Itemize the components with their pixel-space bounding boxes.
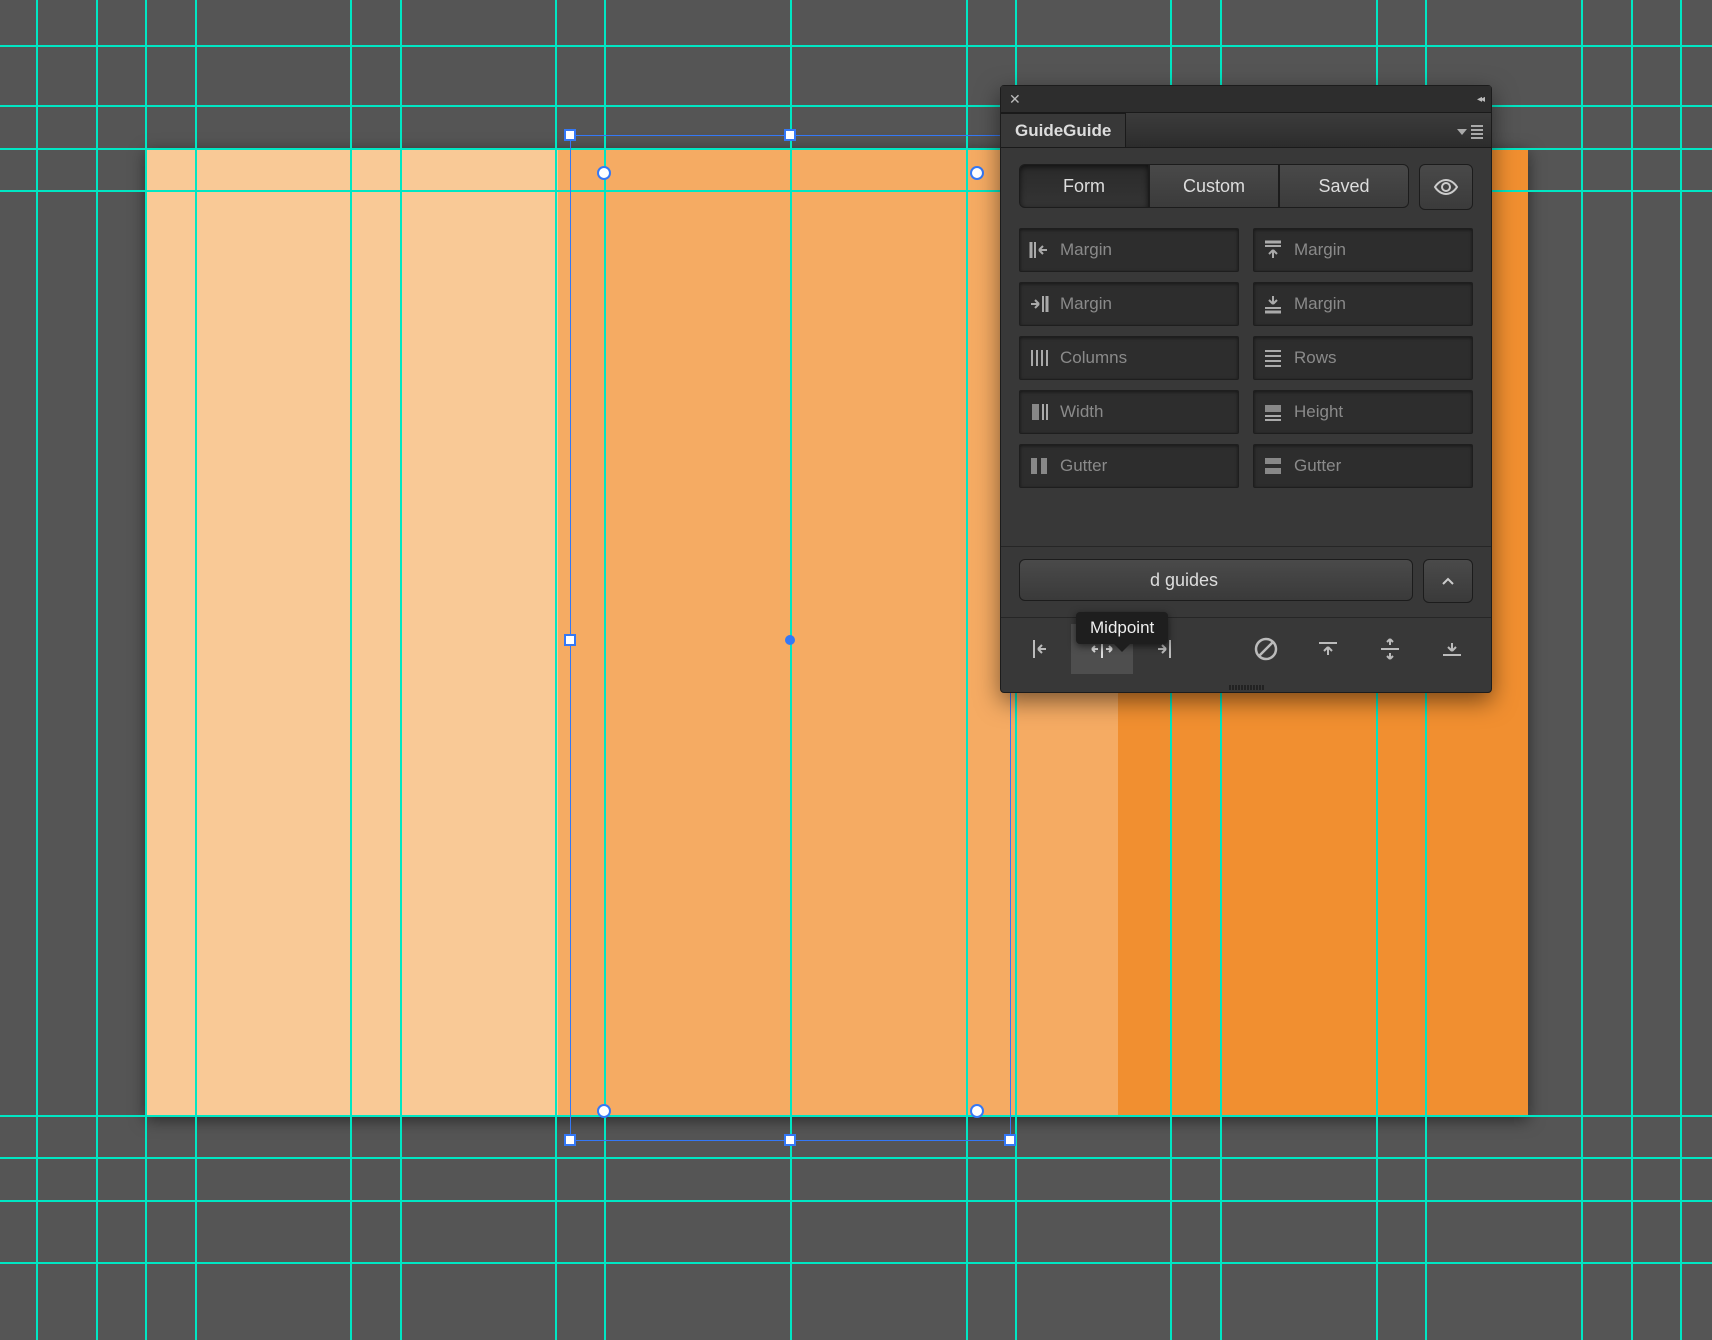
guide-v[interactable] bbox=[1581, 0, 1583, 1340]
selection-handle-ml[interactable] bbox=[564, 634, 576, 646]
square-light[interactable] bbox=[146, 148, 558, 1116]
width-icon bbox=[1028, 401, 1050, 423]
tab-form[interactable]: Form bbox=[1019, 164, 1149, 208]
guide-v[interactable] bbox=[96, 0, 98, 1340]
columns-field[interactable]: Columns bbox=[1019, 336, 1239, 380]
height-icon bbox=[1262, 401, 1284, 423]
tab-custom[interactable]: Custom bbox=[1149, 164, 1279, 208]
field-placeholder: Height bbox=[1294, 402, 1343, 422]
guide-h[interactable] bbox=[0, 1157, 1712, 1159]
guide-h[interactable] bbox=[0, 1262, 1712, 1264]
selection-anchor bbox=[970, 1104, 984, 1118]
margin-left-icon bbox=[1028, 239, 1050, 261]
guide-v[interactable] bbox=[555, 0, 557, 1340]
panel-tab-title[interactable]: GuideGuide bbox=[1001, 113, 1126, 147]
selection-anchor bbox=[597, 1104, 611, 1118]
field-placeholder: Width bbox=[1060, 402, 1103, 422]
quick-guides-row bbox=[1001, 617, 1491, 682]
quick-clear-button[interactable] bbox=[1235, 624, 1297, 674]
guideguide-panel[interactable]: ✕ ◂◂ GuideGuide Form Custom Saved Margin bbox=[1000, 85, 1492, 693]
columns-icon bbox=[1028, 347, 1050, 369]
guide-v[interactable] bbox=[36, 0, 38, 1340]
rows-icon bbox=[1262, 347, 1284, 369]
field-placeholder: Margin bbox=[1060, 240, 1112, 260]
quick-left-edge-button[interactable] bbox=[1009, 624, 1071, 674]
quick-top-edge-button[interactable] bbox=[1297, 624, 1359, 674]
gutter-h-icon bbox=[1262, 455, 1284, 477]
panel-titlebar[interactable]: ✕ ◂◂ bbox=[1001, 86, 1491, 113]
margin-right-field[interactable]: Margin bbox=[1019, 282, 1239, 326]
field-placeholder: Gutter bbox=[1294, 456, 1341, 476]
guide-v[interactable] bbox=[1680, 0, 1682, 1340]
guide-v[interactable] bbox=[350, 0, 352, 1340]
field-placeholder: Margin bbox=[1060, 294, 1112, 314]
field-placeholder: Columns bbox=[1060, 348, 1127, 368]
field-placeholder: Rows bbox=[1294, 348, 1337, 368]
add-guides-options-button[interactable] bbox=[1423, 559, 1473, 603]
selection-handle-tl[interactable] bbox=[564, 129, 576, 141]
quick-horizontal-midpoint-button[interactable] bbox=[1359, 624, 1421, 674]
width-field[interactable]: Width bbox=[1019, 390, 1239, 434]
margin-bottom-icon bbox=[1262, 293, 1284, 315]
panel-menu-icon[interactable] bbox=[1457, 125, 1483, 147]
selection-handle-bl[interactable] bbox=[564, 1134, 576, 1146]
margin-top-field[interactable]: Margin bbox=[1253, 228, 1473, 272]
quick-bottom-edge-button[interactable] bbox=[1421, 624, 1483, 674]
rows-field[interactable]: Rows bbox=[1253, 336, 1473, 380]
add-guides-button[interactable]: d guides bbox=[1019, 559, 1413, 601]
guide-v[interactable] bbox=[604, 0, 606, 1340]
margin-top-icon bbox=[1262, 239, 1284, 261]
selection-anchor bbox=[970, 166, 984, 180]
guide-v[interactable] bbox=[966, 0, 968, 1340]
guide-v[interactable] bbox=[145, 0, 147, 1340]
visibility-toggle[interactable] bbox=[1419, 164, 1473, 210]
field-placeholder: Margin bbox=[1294, 240, 1346, 260]
collapse-icon[interactable]: ◂◂ bbox=[1477, 94, 1483, 105]
gutter-v-field[interactable]: Gutter bbox=[1019, 444, 1239, 488]
guide-h[interactable] bbox=[0, 1115, 1712, 1117]
gutter-h-field[interactable]: Gutter bbox=[1253, 444, 1473, 488]
selection-handle-tm[interactable] bbox=[784, 129, 796, 141]
selection-handle-bm[interactable] bbox=[784, 1134, 796, 1146]
selection-handle-br[interactable] bbox=[1004, 1134, 1016, 1146]
mode-segmented-control: Form Custom Saved bbox=[1019, 164, 1473, 210]
close-icon[interactable]: ✕ bbox=[1009, 91, 1021, 108]
eye-icon bbox=[1433, 178, 1459, 196]
tooltip-midpoint: Midpoint bbox=[1076, 612, 1168, 644]
panel-resize-grip[interactable] bbox=[1001, 682, 1491, 692]
guide-v[interactable] bbox=[400, 0, 402, 1340]
margin-bottom-field[interactable]: Margin bbox=[1253, 282, 1473, 326]
chevron-up-icon bbox=[1441, 576, 1455, 586]
guide-v[interactable] bbox=[1631, 0, 1633, 1340]
guide-v[interactable] bbox=[195, 0, 197, 1340]
height-field[interactable]: Height bbox=[1253, 390, 1473, 434]
guide-h[interactable] bbox=[0, 45, 1712, 47]
guide-h[interactable] bbox=[0, 1200, 1712, 1202]
selection-center-dot[interactable] bbox=[785, 635, 795, 645]
field-placeholder: Gutter bbox=[1060, 456, 1107, 476]
tab-saved[interactable]: Saved bbox=[1279, 164, 1409, 208]
margin-left-field[interactable]: Margin bbox=[1019, 228, 1239, 272]
field-placeholder: Margin bbox=[1294, 294, 1346, 314]
margin-right-icon bbox=[1028, 293, 1050, 315]
selection-anchor bbox=[597, 166, 611, 180]
gutter-v-icon bbox=[1028, 455, 1050, 477]
